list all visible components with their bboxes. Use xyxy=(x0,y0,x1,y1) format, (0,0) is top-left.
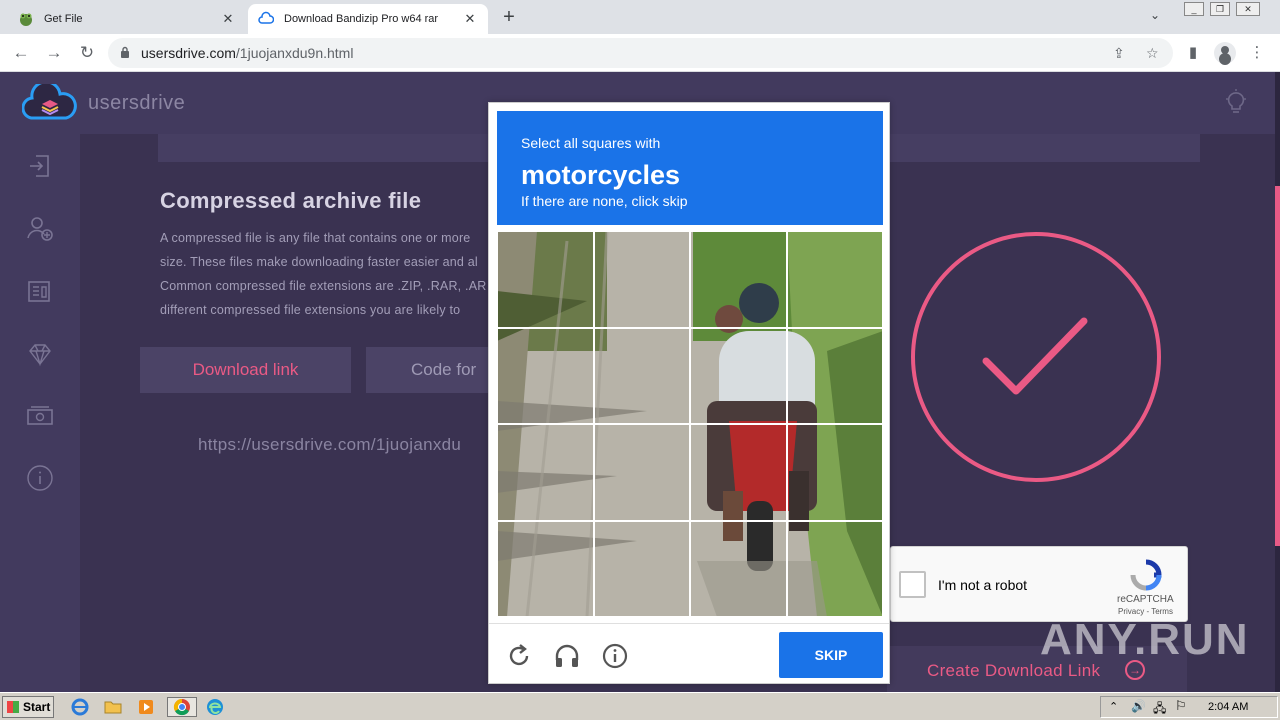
challenge-tile[interactable] xyxy=(690,327,787,424)
usersdrive-logo-icon xyxy=(21,80,78,129)
profile-avatar-icon[interactable] xyxy=(1214,42,1236,64)
challenge-tile[interactable] xyxy=(497,327,594,424)
diamond-premium-icon[interactable] xyxy=(26,340,54,368)
help-info-icon[interactable] xyxy=(601,642,629,670)
download-link-tab[interactable]: Download link xyxy=(140,347,351,393)
new-tab-button[interactable]: + xyxy=(498,6,520,29)
recaptcha-anchor-widget: I'm not a robot reCAPTCHA Privacy - Term… xyxy=(890,546,1188,622)
lock-icon xyxy=(120,46,130,64)
recaptcha-brand: reCAPTCHA xyxy=(1117,594,1174,605)
challenge-tile[interactable] xyxy=(786,424,883,521)
audio-challenge-headphones-icon[interactable] xyxy=(553,642,581,670)
money-icon[interactable] xyxy=(26,402,54,430)
not-a-robot-label: I'm not a robot xyxy=(938,577,1028,593)
media-player-icon[interactable] xyxy=(136,697,156,717)
login-icon[interactable] xyxy=(26,152,54,180)
frog-favicon-icon xyxy=(18,11,34,27)
challenge-hint: If there are none, click skip xyxy=(521,193,688,209)
bookmark-star-icon[interactable]: ☆ xyxy=(1146,45,1159,62)
description-line: Common compressed file extensions are .Z… xyxy=(160,279,487,293)
challenge-object: motorcycles xyxy=(521,160,681,190)
download-url-text[interactable]: https://usersdrive.com/1juojanxdu xyxy=(198,435,461,455)
reload-challenge-icon[interactable] xyxy=(505,642,533,670)
tray-expand-icon[interactable]: ⌃ xyxy=(1109,700,1118,713)
site-brand[interactable]: usersdrive xyxy=(88,92,185,115)
challenge-tile[interactable] xyxy=(690,520,787,617)
address-bar[interactable]: usersdrive.com/1juojanxdu9n.html ⇪ ☆ xyxy=(108,38,1173,68)
challenge-tile[interactable] xyxy=(593,424,690,521)
challenge-image-grid xyxy=(497,231,883,617)
tab-title: Download Bandizip Pro w64 rar xyxy=(284,13,439,25)
menu-kebab-icon[interactable]: ⋮ xyxy=(1246,42,1268,64)
restore-button[interactable]: ❐ xyxy=(1210,2,1230,16)
chrome-taskbar-icon[interactable] xyxy=(167,697,197,717)
network-icon[interactable]: 🖧 xyxy=(1153,699,1166,720)
challenge-tile[interactable] xyxy=(786,520,883,617)
tab-close-icon[interactable]: ✕ xyxy=(220,11,236,27)
recaptcha-challenge-popup: Select all squares with motorcycles If t… xyxy=(488,102,890,684)
files-icon[interactable] xyxy=(26,277,54,305)
cloud-favicon-icon xyxy=(258,11,274,27)
skip-button[interactable]: SKIP xyxy=(779,632,883,678)
challenge-instruction: Select all squares with xyxy=(521,135,661,151)
challenge-tile[interactable] xyxy=(497,520,594,617)
browser-toolbar: ← → ↻ usersdrive.com/1juojanxdu9n.html ⇪… xyxy=(0,34,1280,72)
volume-icon[interactable]: 🔊 xyxy=(1131,699,1146,713)
challenge-tile[interactable] xyxy=(786,231,883,328)
internet-explorer-icon[interactable] xyxy=(70,697,90,717)
tab-close-icon[interactable]: ✕ xyxy=(462,11,478,27)
challenge-tile[interactable] xyxy=(593,520,690,617)
page-scrollbar-thumb[interactable] xyxy=(1275,186,1280,546)
not-a-robot-checkbox[interactable] xyxy=(899,571,926,598)
start-button[interactable]: Start xyxy=(2,696,54,718)
challenge-tile[interactable] xyxy=(786,327,883,424)
back-arrow-icon[interactable]: ← xyxy=(10,42,32,64)
section-title: Compressed archive file xyxy=(160,188,422,213)
info-icon[interactable] xyxy=(26,464,54,492)
file-explorer-icon[interactable] xyxy=(103,697,123,717)
tab-get-file[interactable]: Get File ✕ xyxy=(8,4,246,34)
challenge-tile[interactable] xyxy=(497,424,594,521)
side-panel-icon[interactable]: ▮ xyxy=(1182,42,1204,64)
tab-search-chevron-icon[interactable]: ⌄ xyxy=(1150,8,1160,22)
description-line: A compressed file is any file that conta… xyxy=(160,231,471,245)
reload-icon[interactable]: ↻ xyxy=(76,42,98,64)
challenge-footer: SKIP xyxy=(489,623,889,683)
lightbulb-icon[interactable] xyxy=(1222,88,1250,121)
challenge-tile[interactable] xyxy=(593,231,690,328)
checkmark-circle-icon xyxy=(910,231,1162,488)
tab-title: Get File xyxy=(44,13,83,25)
recaptcha-logo-icon xyxy=(1129,559,1163,596)
site-sidebar xyxy=(0,134,80,692)
forward-arrow-icon[interactable]: → xyxy=(43,42,65,64)
edge-icon[interactable] xyxy=(205,697,225,717)
close-window-button[interactable]: ✕ xyxy=(1236,2,1260,16)
tab-download-bandizip[interactable]: Download Bandizip Pro w64 rar ✕ xyxy=(248,4,488,34)
challenge-tile[interactable] xyxy=(497,231,594,328)
share-icon[interactable]: ⇪ xyxy=(1113,45,1125,62)
challenge-header: Select all squares with motorcycles If t… xyxy=(497,111,883,225)
windows-taskbar: Start ⌃ 🔊 🖧 ⚐ 2:04 AM xyxy=(0,692,1280,720)
anyrun-watermark: ANY.RUN xyxy=(1040,615,1250,664)
taskbar-clock: 2:04 AM xyxy=(1208,701,1249,713)
system-tray: ⌃ 🔊 🖧 ⚐ xyxy=(1100,696,1278,718)
url-text: usersdrive.com/1juojanxdu9n.html xyxy=(141,45,354,61)
tab-strip: Get File ✕ Download Bandizip Pro w64 rar… xyxy=(0,0,1280,34)
flag-icon[interactable]: ⚐ xyxy=(1175,698,1187,714)
minimize-button[interactable]: _ xyxy=(1184,2,1204,16)
description-line: different compressed file extensions you… xyxy=(160,303,461,317)
description-line: size. These files make downloading faste… xyxy=(160,255,478,269)
add-user-icon[interactable] xyxy=(26,214,54,242)
challenge-tile[interactable] xyxy=(690,424,787,521)
challenge-tile[interactable] xyxy=(593,327,690,424)
challenge-tile[interactable] xyxy=(690,231,787,328)
